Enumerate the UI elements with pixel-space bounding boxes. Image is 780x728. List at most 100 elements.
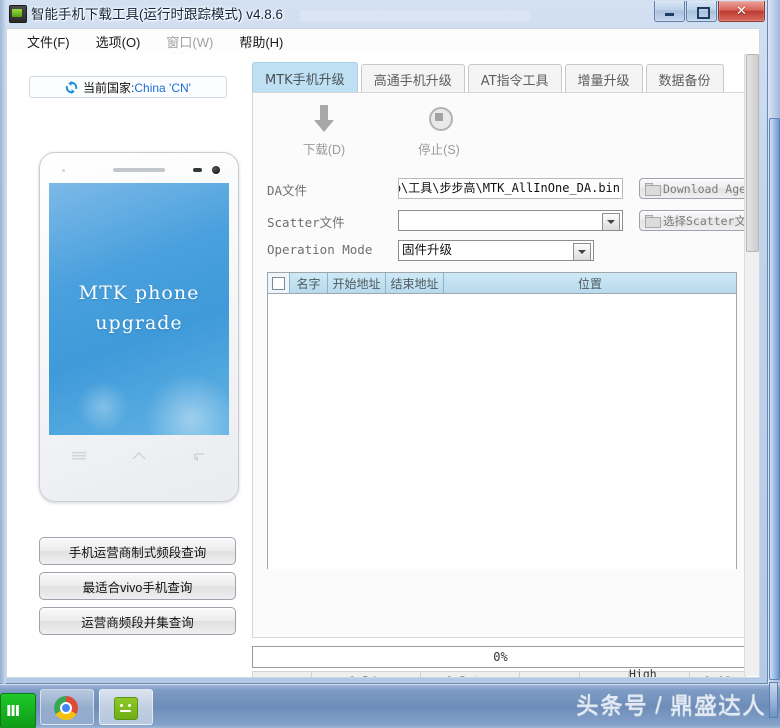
home-icon [132,452,146,460]
tab-qualcomm-upgrade[interactable]: 高通手机升级 [360,64,465,93]
phone-screen: MTK phone upgrade [49,183,229,435]
phone-sensor-dot [62,169,65,172]
download-button[interactable]: 下载(D) [284,105,364,161]
download-arrow-icon [311,105,337,135]
stop-circle-icon [426,105,453,135]
android-tool-icon [114,697,138,720]
folder-icon [645,183,661,196]
status-bar: 0 B/s 0 Bytes High Speed 0:00 [252,667,749,677]
operation-mode-value: 固件升级 [402,243,453,257]
progress-percent-label: 0% [493,650,508,664]
country-value: China 'CN' [134,80,191,95]
tab-mtk-upgrade[interactable]: MTK手机升级 [252,62,358,93]
application-window: 智能手机下载工具(运行时跟踪模式) v4.8.6 ✕ 文件(F) 选项(O) 窗… [0,0,768,684]
country-prefix: 当前国家: [83,80,135,95]
minimize-button[interactable] [654,1,685,22]
title-bar-faded-overlay [300,10,530,22]
scatter-file-row: Scatter文件 选择Scatter文件 [267,210,757,232]
column-header-end-address[interactable]: 结束地址 [386,273,444,293]
minimize-icon [665,13,674,16]
status-cell-0 [252,671,312,677]
tab-strip: MTK手机升级 高通手机升级 AT指令工具 增量升级 数据备份 [252,61,727,93]
phone-screen-line1: MTK phone [78,282,200,304]
checkbox-icon[interactable] [272,276,285,290]
title-bar: 智能手机下载工具(运行时跟踪模式) v4.8.6 ✕ [0,0,768,28]
tab-panel-mtk-upgrade: 下载(D) 停止(S) DA文件 svip\工具\步步高\MTK_AllInOn… [252,92,759,638]
scrollbar-thumb[interactable] [746,54,759,252]
app-android-icon [9,5,27,23]
menu-icon [72,452,86,460]
status-cell-speed: 0 B/s [311,671,421,677]
da-file-label: DA文件 [267,183,308,198]
status-cell-4 [579,671,629,677]
screenshot-root: 智能手机下载工具(运行时跟踪模式) v4.8.6 ✕ 文件(F) 选项(O) 窗… [0,0,780,728]
watermark-text: 头条号 / 鼎盛达人 [575,692,766,718]
screen-glow-large [145,373,229,435]
column-header-start-address[interactable]: 开始地址 [328,273,386,293]
phone-preview-image: MTK phone upgrade [39,152,239,502]
menu-item-help[interactable]: 帮助(H) [229,30,293,53]
menu-item-window: 窗口(W) [166,35,214,50]
close-icon: ✕ [736,3,747,18]
stop-button[interactable]: 停止(S) [399,105,479,161]
maximize-icon [697,7,710,19]
tab-incremental-upgrade[interactable]: 增量升级 [564,64,643,93]
current-country-indicator[interactable]: 当前国家:China 'CN' [29,76,227,98]
folder-icon [645,215,661,228]
operation-mode-label: Operation Mode [267,242,373,257]
back-icon [194,453,204,462]
country-label: 当前国家:China 'CN' [83,79,191,96]
window-controls: ✕ [653,1,765,22]
taskbar-item-android-tool[interactable] [99,689,153,725]
client-vertical-scrollbar[interactable] [744,54,759,676]
status-cell-3 [519,671,580,677]
operation-mode-combobox[interactable]: 固件升级 [398,240,594,261]
scatter-file-label: Scatter文件 [267,215,345,230]
progress-bar: 0% [252,646,749,668]
chrome-icon [54,696,78,720]
phone-front-camera [212,166,220,174]
da-file-input[interactable]: svip\工具\步步高\MTK_AllInOne_DA.bin [398,178,623,199]
green-app-icon: Ⅲ [0,693,36,728]
da-file-row: DA文件 svip\工具\步步高\MTK_AllInOne_DA.bin Dow… [267,178,759,200]
window-scrollbar-thumb[interactable] [769,118,780,680]
scatter-file-combobox[interactable] [398,210,623,231]
download-button-label: 下载(D) [302,143,346,157]
phone-nav-bar [49,445,229,467]
sidebar-button-vivo-best-match-query[interactable]: 最适合vivo手机查询 [39,572,236,600]
sidebar-button-carrier-band-union-query[interactable]: 运营商频段并集查询 [39,607,236,635]
tab-at-command-tool[interactable]: AT指令工具 [467,64,562,93]
table-body-empty [268,294,736,569]
select-all-checkbox-header[interactable] [268,273,290,293]
maximize-button[interactable] [686,1,717,22]
download-agent-button[interactable]: Download Agent [639,178,759,199]
menu-item-options[interactable]: 选项(O) [86,30,151,53]
partition-table: 名字 开始地址 结束地址 位置 [267,272,737,569]
window-vertical-scrollbar[interactable] [768,0,780,684]
status-cell-bytes: 0 Bytes [420,671,520,677]
screen-glow-small [77,381,129,433]
window-title: 智能手机下载工具(运行时跟踪模式) v4.8.6 [31,7,284,22]
green-app-glyph: Ⅲ [6,703,22,720]
taskbar-item-chrome[interactable] [40,689,94,725]
operation-mode-row: Operation Mode 固件升级 [267,240,737,262]
phone-proximity-sensor [193,168,202,172]
tab-data-backup[interactable]: 数据备份 [645,64,724,93]
phone-screen-text: MTK phone upgrade [49,278,229,338]
sidebar-button-carrier-band-query[interactable]: 手机运营商制式频段查询 [39,537,236,565]
taskbar-item-green-app[interactable]: Ⅲ [0,687,40,728]
client-area: 当前国家:China 'CN' MTK phone upgrade 手机运营商制… [6,54,760,678]
menu-item-file[interactable]: 文件(F) [17,30,80,53]
chevron-down-icon[interactable] [602,213,620,231]
phone-screen-line2: upgrade [95,312,183,334]
select-scatter-file-button[interactable]: 选择Scatter文件 [639,210,757,231]
menu-bar: 文件(F) 选项(O) 窗口(W) 帮助(H) [6,28,760,54]
phone-earpiece [113,168,165,172]
column-header-location[interactable]: 位置 [444,273,736,293]
watermark-scroll-artifact [769,682,778,718]
chevron-down-icon[interactable] [573,243,591,261]
close-button[interactable]: ✕ [718,1,765,22]
column-header-name[interactable]: 名字 [290,273,328,293]
right-panel: MTK手机升级 高通手机升级 AT指令工具 增量升级 数据备份 下载(D) 停止… [246,54,759,677]
stop-button-label: 停止(S) [418,143,460,157]
